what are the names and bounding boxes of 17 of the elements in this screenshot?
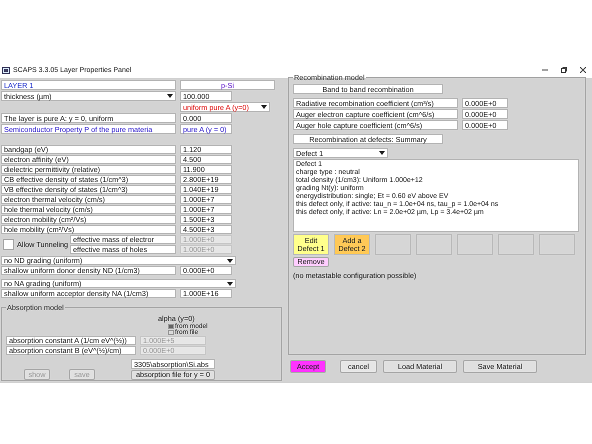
caret-icon bbox=[227, 258, 233, 262]
close-icon[interactable] bbox=[580, 67, 586, 73]
empty-defect-button[interactable] bbox=[498, 234, 534, 255]
caret-icon bbox=[379, 151, 385, 155]
restore-icon[interactable] bbox=[561, 67, 567, 73]
caret-icon bbox=[261, 105, 267, 109]
app-icon bbox=[2, 66, 10, 74]
caret-icon bbox=[227, 282, 233, 286]
tunneling-checkbox[interactable] bbox=[3, 239, 14, 250]
empty-defect-button[interactable] bbox=[457, 234, 493, 255]
empty-defect-button[interactable] bbox=[539, 234, 575, 255]
caret-icon bbox=[167, 94, 173, 98]
source-radio[interactable] bbox=[168, 330, 174, 334]
empty-defect-button[interactable] bbox=[416, 234, 452, 255]
empty-defect-button[interactable] bbox=[375, 234, 411, 255]
source-radio[interactable] bbox=[168, 324, 174, 328]
minimize-icon[interactable] bbox=[542, 67, 548, 73]
